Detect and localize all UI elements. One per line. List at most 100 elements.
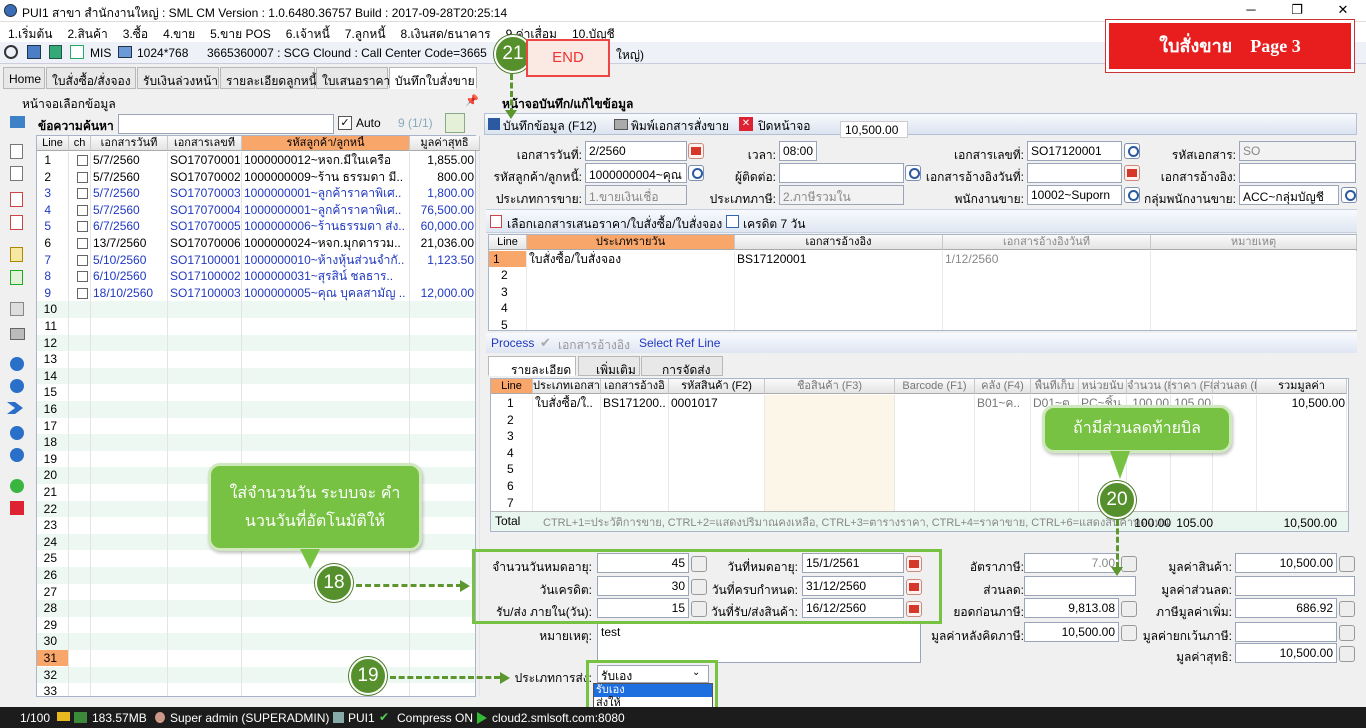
minimize-icon[interactable]: ─ bbox=[1236, 2, 1266, 20]
tab-deposit[interactable]: รับเงินล่วงหน้า bbox=[137, 67, 219, 89]
calc-icon[interactable] bbox=[49, 45, 62, 59]
row-checkbox[interactable] bbox=[77, 204, 88, 216]
ref-grid-header[interactable]: เอกสารอ้างอิง bbox=[735, 235, 943, 250]
menu-item[interactable]: 8.เงินสด/ธนาคาร bbox=[393, 22, 498, 44]
lock-doc-icon[interactable] bbox=[10, 247, 23, 262]
tree-icon[interactable] bbox=[10, 116, 25, 128]
search-button[interactable] bbox=[445, 113, 465, 133]
new-doc-icon[interactable] bbox=[10, 144, 23, 159]
item-grid-header[interactable]: รหัสสินค้า (F2) bbox=[669, 379, 765, 394]
goods-value-field[interactable]: 10,500.00 bbox=[1235, 553, 1337, 573]
table-row[interactable]: 7 bbox=[491, 495, 1348, 512]
doc-code-field[interactable]: SO bbox=[1239, 141, 1356, 161]
tab-po[interactable]: ใบสั่งซื้อ/สั่งจอง bbox=[46, 67, 136, 89]
search-icon[interactable] bbox=[1124, 143, 1140, 159]
search-input[interactable] bbox=[118, 114, 334, 134]
calculator-icon[interactable] bbox=[1339, 556, 1355, 572]
restore-icon[interactable]: ❐ bbox=[1282, 2, 1312, 20]
tab-sales-order[interactable]: บันทึกใบสั่งขาย bbox=[389, 67, 477, 89]
up-icon[interactable] bbox=[10, 426, 24, 440]
tax-rate-field[interactable]: 7.00 bbox=[1024, 553, 1119, 573]
item-grid-header[interactable]: ราคา (F8 bbox=[1171, 379, 1213, 394]
ref-date-field[interactable] bbox=[1027, 163, 1122, 183]
menu-item[interactable]: 2.สินค้า bbox=[59, 22, 114, 44]
close-icon[interactable]: ✕ bbox=[1328, 2, 1358, 20]
down-icon[interactable] bbox=[10, 448, 24, 462]
item-grid-header[interactable]: Line bbox=[491, 379, 533, 394]
item-grid-header[interactable]: หน่วยนับ bbox=[1079, 379, 1127, 394]
table-row[interactable]: 5 bbox=[491, 461, 1348, 478]
chart-icon[interactable] bbox=[70, 45, 84, 59]
sale-group-field[interactable]: ACC~กลุ่มบัญชี bbox=[1239, 185, 1339, 205]
discount-field[interactable] bbox=[1024, 576, 1136, 596]
row-checkbox[interactable] bbox=[77, 287, 88, 299]
table-row[interactable]: 1 ใบสั่งซื้อ/ใบสั่งจอง BS17120001 1/12/2560 bbox=[489, 251, 1356, 268]
table-row[interactable]: 4 bbox=[489, 300, 1356, 317]
ref-grid-header[interactable]: Line bbox=[489, 235, 527, 250]
disc-value-field[interactable] bbox=[1235, 576, 1355, 596]
item-grid-header[interactable]: คลัง (F4) bbox=[975, 379, 1031, 394]
next-icon[interactable] bbox=[10, 379, 24, 393]
print-button[interactable]: พิมพ์เอกสารสั่งขาย bbox=[631, 117, 729, 136]
left-grid-header[interactable]: ch bbox=[69, 136, 91, 151]
row-checkbox[interactable] bbox=[77, 271, 88, 283]
item-grid-header[interactable]: เอกสารอ้างอิ bbox=[601, 379, 669, 394]
row-checkbox[interactable] bbox=[77, 238, 88, 249]
delete-doc-icon[interactable] bbox=[10, 215, 23, 230]
menu-item[interactable]: 6.เจ้าหนี้ bbox=[278, 22, 337, 44]
ref-grid-header[interactable]: ประเภทรายวัน bbox=[527, 235, 735, 250]
grid-icon[interactable] bbox=[10, 302, 24, 316]
panel-icon[interactable] bbox=[27, 45, 41, 59]
calculator-icon[interactable] bbox=[1121, 601, 1137, 617]
blank-doc-icon[interactable] bbox=[10, 166, 23, 181]
table-row[interactable]: 2 bbox=[489, 267, 1356, 284]
clock-icon[interactable] bbox=[4, 45, 18, 59]
close-form-button[interactable]: ปิดหน้าจอ bbox=[758, 117, 811, 136]
search-icon[interactable] bbox=[1124, 187, 1140, 203]
item-grid-header[interactable]: จำนวน (F bbox=[1127, 379, 1171, 394]
credit-button[interactable]: เครดิต 7 วัน bbox=[743, 215, 805, 234]
process-button[interactable]: Process bbox=[491, 336, 534, 350]
tab-detail[interactable]: รายละเอียด bbox=[488, 356, 576, 377]
calculator-icon[interactable] bbox=[1339, 625, 1355, 641]
printer-icon[interactable] bbox=[10, 328, 25, 340]
calculator-icon[interactable] bbox=[1339, 646, 1355, 662]
net-field[interactable]: 10,500.00 bbox=[1235, 643, 1337, 663]
item-grid-header[interactable]: พื้นที่เก็บ bbox=[1031, 379, 1079, 394]
cancel-icon[interactable] bbox=[10, 501, 24, 515]
time-field[interactable]: 08:00 bbox=[779, 141, 817, 161]
ref-doc-button[interactable]: เอกสารอ้างอิง bbox=[558, 336, 630, 355]
row-checkbox[interactable] bbox=[77, 221, 88, 233]
import-doc-icon[interactable] bbox=[10, 270, 23, 285]
tab-quotation[interactable]: ใบเสนอราคา bbox=[316, 67, 390, 89]
mis-label[interactable]: MIS bbox=[90, 46, 111, 60]
pin-icon[interactable]: 📌 bbox=[465, 94, 479, 107]
row-checkbox[interactable] bbox=[77, 254, 88, 266]
sale-type-field[interactable]: 1.ขายเงินเชื่อ bbox=[585, 185, 687, 205]
left-grid-header[interactable]: Line bbox=[37, 136, 69, 151]
left-grid-header[interactable]: รหัสลูกค้า/ลูกหนี้ bbox=[242, 136, 410, 151]
contact-field[interactable] bbox=[779, 163, 904, 183]
ok-icon[interactable] bbox=[10, 479, 24, 493]
tab-extra[interactable]: เพิ่มเติม bbox=[578, 356, 640, 377]
tax-type-field[interactable]: 2.ภาษีรวมใน bbox=[779, 185, 904, 205]
item-grid-header[interactable]: ส่วนลด (F bbox=[1213, 379, 1257, 394]
select-ref-line-button[interactable]: Select Ref Line bbox=[639, 336, 720, 350]
item-grid-header[interactable]: Barcode (F1) bbox=[895, 379, 975, 394]
salesman-field[interactable]: 10002~Suporn bbox=[1027, 185, 1122, 205]
calculator-icon[interactable] bbox=[1121, 625, 1137, 641]
exempt-field[interactable] bbox=[1235, 622, 1337, 642]
cust-field[interactable]: 1000000004~คุณ bbox=[585, 163, 687, 183]
doc-no-field[interactable]: SO17120001 bbox=[1027, 141, 1122, 161]
doc-date-field[interactable]: 2/2560 bbox=[585, 141, 687, 161]
search-icon[interactable] bbox=[1341, 187, 1357, 203]
select-ref-doc-button[interactable]: เลือกเอกสารเสนอราคา/ใบสั่งซื้อ/ใบสั่งจอง bbox=[507, 215, 722, 234]
calendar-icon[interactable] bbox=[1124, 165, 1140, 181]
ref-grid-header[interactable]: เอกสารอ้างอิงวันที่ bbox=[943, 235, 1151, 250]
calculator-icon[interactable] bbox=[1339, 601, 1355, 617]
item-grid-header[interactable]: ประเภทเอกสา bbox=[533, 379, 601, 394]
row-checkbox[interactable] bbox=[77, 155, 88, 166]
vat-field[interactable]: 686.92 bbox=[1235, 598, 1337, 618]
fast-forward-icon[interactable] bbox=[7, 402, 23, 414]
ref-doc-field[interactable] bbox=[1239, 163, 1356, 183]
